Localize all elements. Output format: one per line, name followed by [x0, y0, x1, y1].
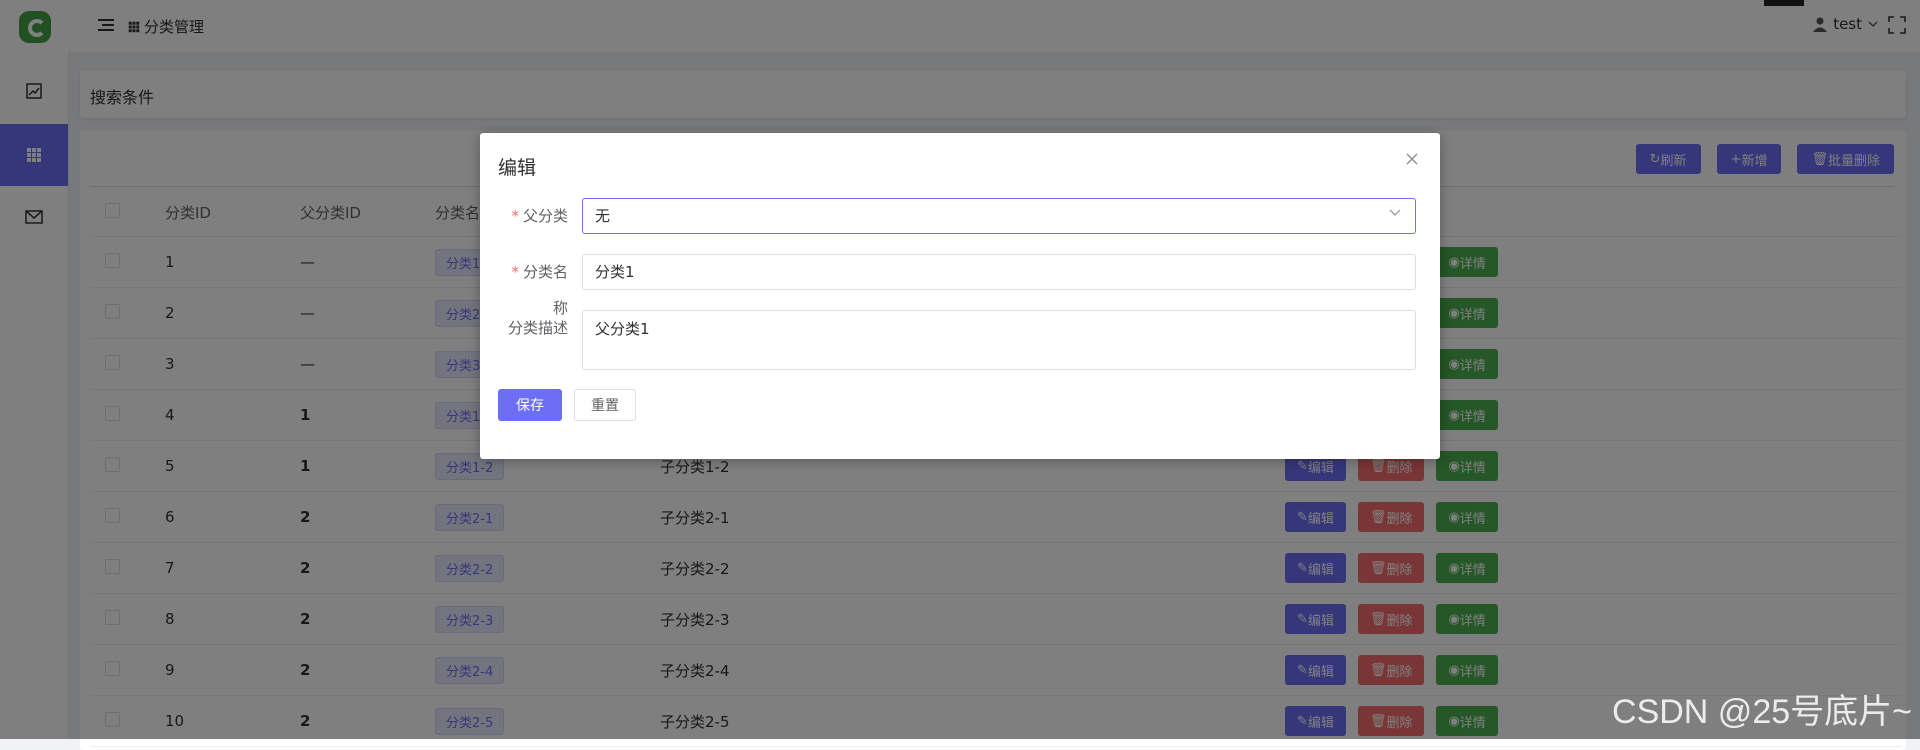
- chevron-down-icon: [1389, 209, 1401, 216]
- close-icon[interactable]: [1402, 149, 1422, 169]
- dialog-title: 编辑: [498, 157, 537, 179]
- parent-category-select[interactable]: 无: [582, 198, 1416, 234]
- category-desc-label: 分类描述: [507, 319, 568, 337]
- watermark: CSDN @25号底片~: [1612, 693, 1912, 731]
- reset-button[interactable]: 重置: [574, 389, 636, 421]
- form-row-parent: * 父分类 无: [498, 198, 1416, 234]
- category-desc-textarea[interactable]: 父分类1: [582, 310, 1416, 370]
- parent-category-label: * 父分类: [511, 207, 568, 225]
- category-name-input[interactable]: 分类1: [582, 254, 1416, 290]
- save-button[interactable]: 保存: [498, 389, 562, 421]
- edit-dialog: 编辑 * 父分类 无 * 分类名称 分类1 分类描述 父分类1 保存 重置: [480, 133, 1440, 459]
- form-row-desc: 分类描述 父分类1: [498, 310, 1416, 370]
